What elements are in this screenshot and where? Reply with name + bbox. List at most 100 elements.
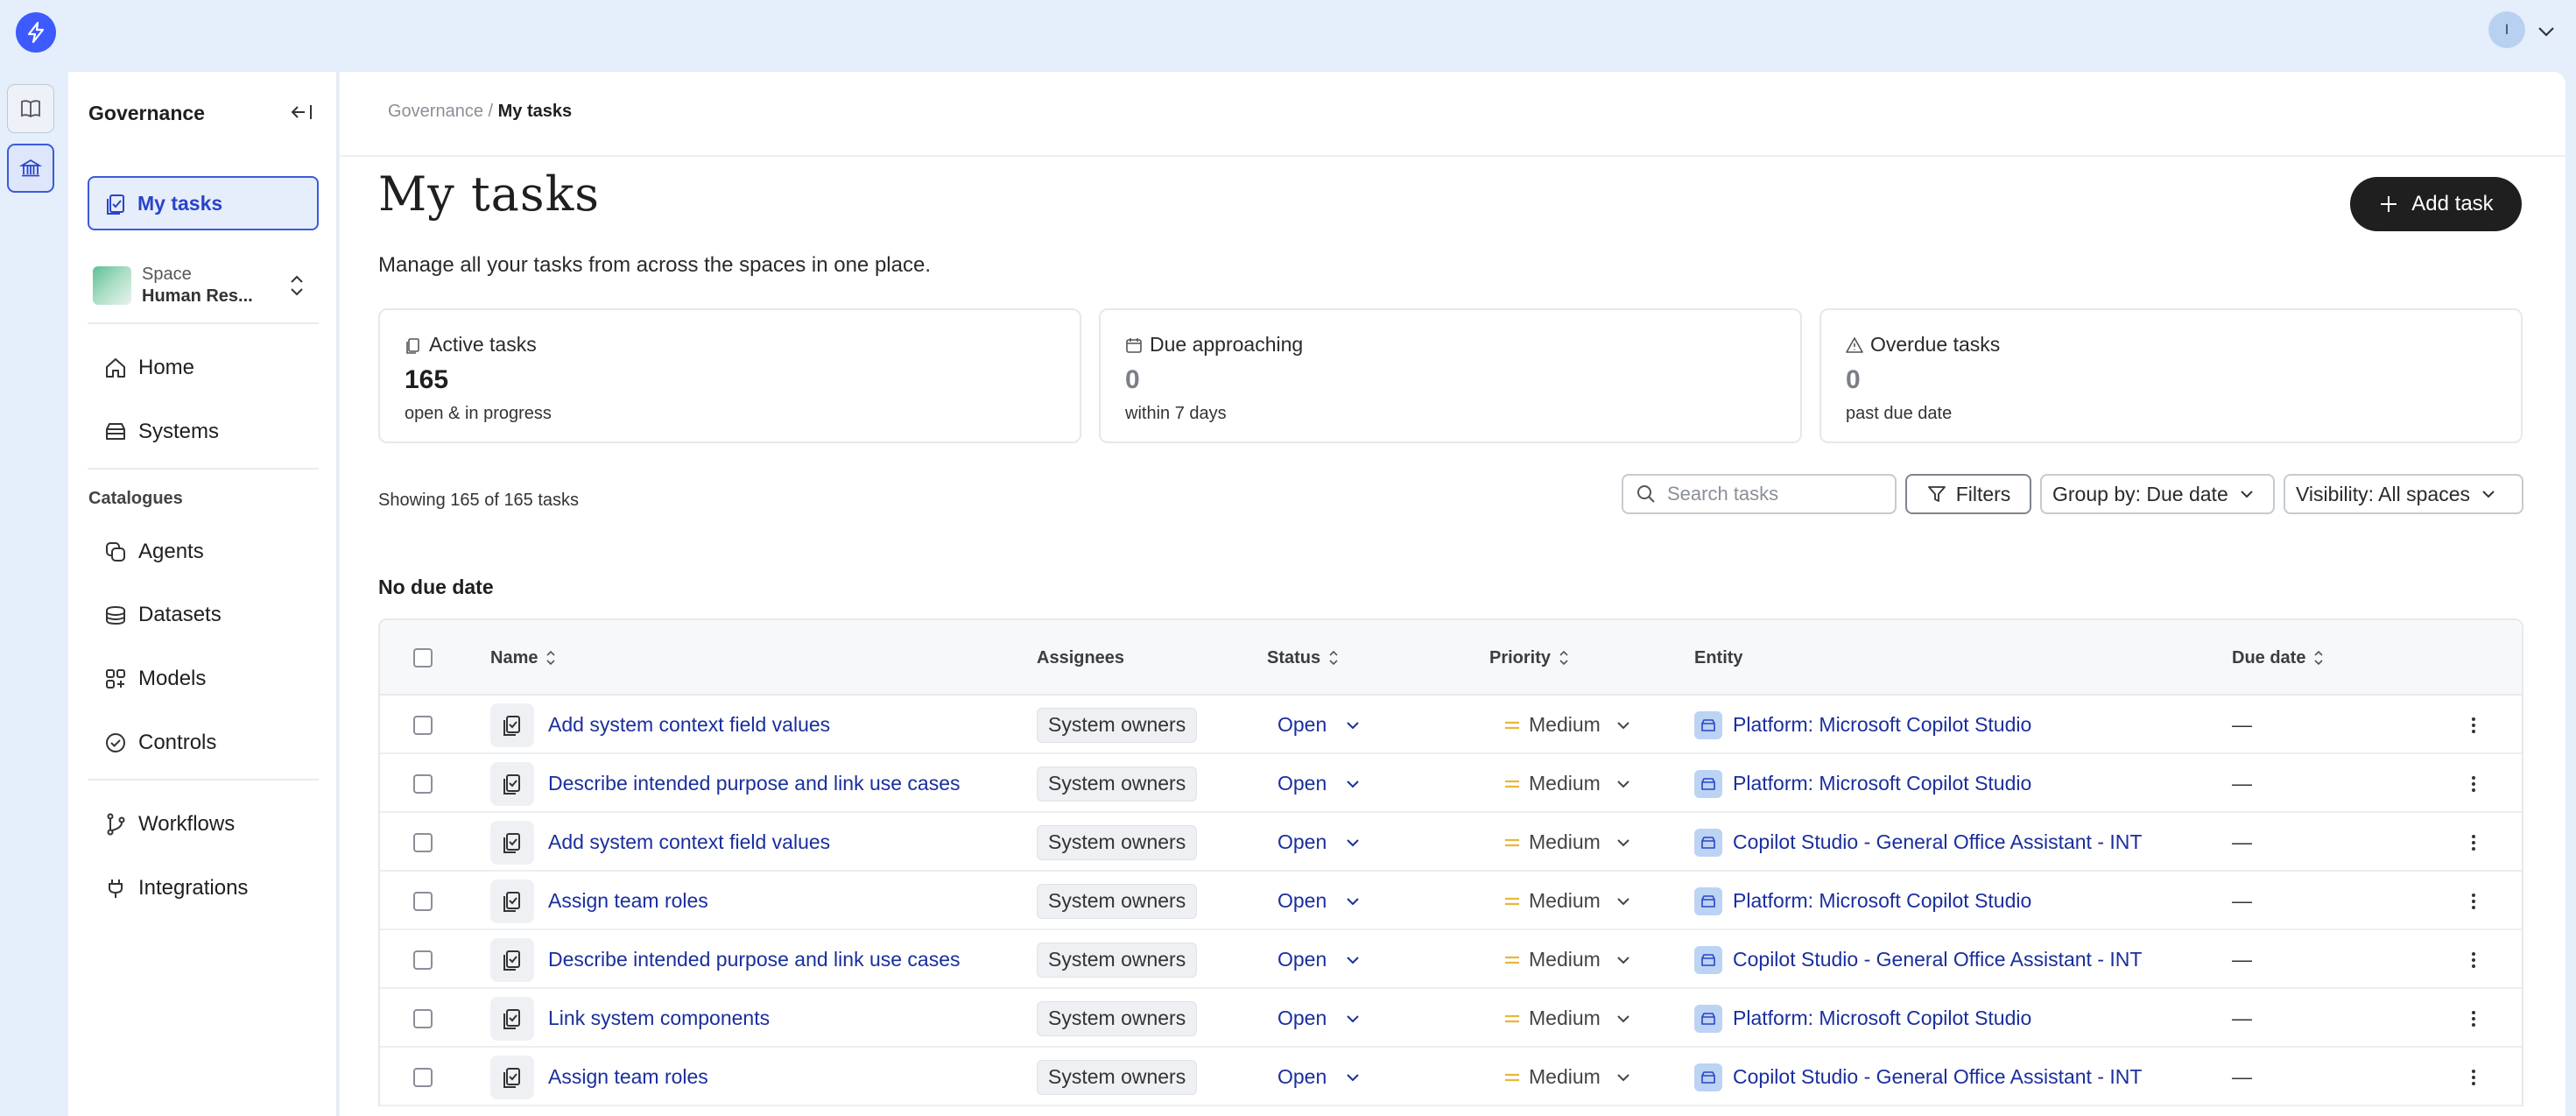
status-value: Open (1277, 948, 1327, 971)
entity-link[interactable]: Copilot Studio - General Office Assistan… (1694, 1063, 2142, 1091)
chevron-down-icon (1617, 780, 1629, 788)
more-vertical-icon[interactable] (2460, 712, 2487, 738)
status-dropdown[interactable]: Open (1277, 713, 1362, 737)
filter-icon (1927, 486, 1946, 502)
priority-dropdown[interactable]: Medium (1504, 889, 1632, 913)
entity-name: Platform: Microsoft Copilot Studio (1733, 772, 2032, 795)
priority-dropdown[interactable]: Medium (1504, 713, 1632, 737)
table-row[interactable]: Assign team roles System owners Open Med… (380, 1048, 2522, 1106)
task-name-link[interactable]: Describe intended purpose and link use c… (548, 948, 961, 971)
more-vertical-icon[interactable] (2460, 771, 2487, 797)
collapse-sidebar-icon[interactable] (288, 98, 316, 126)
sidebar-item-label: Datasets (138, 603, 222, 626)
breadcrumb-parent-link[interactable]: Governance (388, 102, 483, 121)
entity-link[interactable]: Copilot Studio - General Office Assistan… (1694, 828, 2143, 857)
status-dropdown[interactable]: Open (1277, 889, 1362, 913)
sidebar-item-workflows[interactable]: Workflows (103, 804, 235, 844)
due-date-value: — (2232, 772, 2252, 795)
row-checkbox[interactable] (413, 1008, 433, 1028)
status-dropdown[interactable]: Open (1277, 1065, 1362, 1089)
row-checkbox[interactable] (413, 950, 433, 970)
priority-dropdown[interactable]: Medium (1504, 830, 1632, 854)
app-logo[interactable] (16, 12, 56, 53)
row-checkbox[interactable] (413, 832, 433, 852)
task-name-link[interactable]: Add system context field values (548, 713, 830, 737)
task-icon (490, 879, 534, 923)
priority-dropdown[interactable]: Medium (1504, 948, 1632, 971)
status-value: Open (1277, 1065, 1327, 1088)
search-input[interactable]: Search tasks (1622, 474, 1897, 514)
group-by-dropdown[interactable]: Group by: Due date (2040, 474, 2275, 514)
entity-name: Copilot Studio - General Office Assistan… (1733, 830, 2143, 853)
more-vertical-icon[interactable] (2460, 830, 2487, 856)
sidebar-item-models[interactable]: Models (103, 659, 206, 699)
stat-card-active: Active tasks 165 open & in progress (378, 308, 1081, 443)
table-row[interactable]: Assign team roles System owners Open Med… (380, 872, 2522, 930)
filters-button[interactable]: Filters (1905, 474, 2031, 514)
sidebar-item-integrations[interactable]: Integrations (103, 868, 248, 908)
entity-link[interactable]: Platform: Microsoft Copilot Studio (1694, 710, 2031, 739)
sidebar-item-my-tasks[interactable]: My tasks (88, 176, 319, 230)
row-checkbox[interactable] (413, 1067, 433, 1087)
entity-link[interactable]: Platform: Microsoft Copilot Studio (1694, 769, 2032, 798)
task-name-link[interactable]: Assign team roles (548, 1065, 708, 1089)
sidebar-item-controls[interactable]: Controls (103, 723, 216, 763)
select-all-checkbox[interactable] (413, 648, 433, 667)
priority-medium-icon (1505, 1073, 1519, 1081)
column-header-status[interactable]: Status (1267, 620, 1340, 696)
entity-link[interactable]: Copilot Studio - General Office Assistan… (1694, 945, 2142, 974)
task-name-link[interactable]: Link system components (548, 1007, 770, 1030)
sidebar-item-datasets[interactable]: Datasets (103, 595, 222, 635)
more-vertical-icon[interactable] (2460, 888, 2487, 915)
add-task-button[interactable]: Add task (2350, 177, 2522, 231)
row-checkbox[interactable] (413, 891, 433, 911)
rail-docs-button[interactable] (7, 84, 54, 133)
task-name-link[interactable]: Assign team roles (548, 889, 708, 913)
status-dropdown[interactable]: Open (1277, 948, 1362, 971)
table-row[interactable]: Link system components System owners Ope… (380, 989, 2522, 1048)
column-header-priority[interactable]: Priority (1489, 620, 1570, 696)
stat-subtext: open & in progress (405, 404, 552, 423)
visibility-dropdown[interactable]: Visibility: All spaces (2284, 474, 2523, 514)
row-checkbox[interactable] (413, 773, 433, 794)
priority-medium-icon (1505, 838, 1519, 846)
more-vertical-icon[interactable] (2460, 1064, 2487, 1091)
sidebar-item-systems[interactable]: Systems (103, 412, 219, 452)
task-name-link[interactable]: Describe intended purpose and link use c… (548, 772, 961, 795)
more-vertical-icon[interactable] (2460, 947, 2487, 973)
priority-dropdown[interactable]: Medium (1504, 772, 1632, 795)
more-vertical-icon[interactable] (2460, 1006, 2487, 1032)
main-panel: Governance / My tasks My tasks Add task … (340, 72, 2565, 1116)
task-name-link[interactable]: Add system context field values (548, 830, 830, 854)
priority-dropdown[interactable]: Medium (1504, 1007, 1632, 1030)
entity-name: Platform: Microsoft Copilot Studio (1733, 1007, 2032, 1029)
entity-link[interactable]: Platform: Microsoft Copilot Studio (1694, 886, 2031, 915)
table-row[interactable]: Add system context field values System o… (380, 813, 2522, 872)
table-row[interactable]: Describe intended purpose and link use c… (380, 930, 2522, 989)
status-dropdown[interactable]: Open (1277, 1007, 1362, 1030)
status-dropdown[interactable]: Open (1277, 830, 1362, 854)
column-header-due-date[interactable]: Due date (2232, 620, 2325, 696)
chevron-down-icon[interactable] (2534, 19, 2558, 44)
rail-governance-button[interactable] (7, 144, 54, 193)
user-avatar[interactable]: I (2488, 11, 2525, 48)
priority-medium-icon (1505, 897, 1519, 905)
table-row[interactable]: Add system context field values System o… (380, 696, 2522, 754)
divider (88, 322, 319, 324)
sidebar-item-label: Systems (138, 420, 220, 443)
assignee-chip: System owners (1037, 1059, 1198, 1095)
sidebar-item-home[interactable]: Home (103, 348, 194, 388)
row-checkbox[interactable] (413, 715, 433, 735)
entity-name: Copilot Studio - General Office Assistan… (1733, 1065, 2143, 1088)
tasks-icon (107, 194, 124, 215)
status-dropdown[interactable]: Open (1277, 772, 1362, 795)
task-icon (490, 703, 534, 747)
space-switcher[interactable]: Space Human Res... (88, 252, 319, 319)
priority-dropdown[interactable]: Medium (1504, 1065, 1632, 1089)
sidebar-item-agents[interactable]: Agents (103, 532, 204, 572)
entity-link[interactable]: Platform: Microsoft Copilot Studio (1694, 1004, 2032, 1033)
column-header-name[interactable]: Name (490, 620, 557, 696)
task-icon (490, 761, 534, 806)
table-row[interactable]: Describe intended purpose and link use c… (380, 754, 2522, 813)
breadcrumb-current: My tasks (497, 102, 573, 121)
